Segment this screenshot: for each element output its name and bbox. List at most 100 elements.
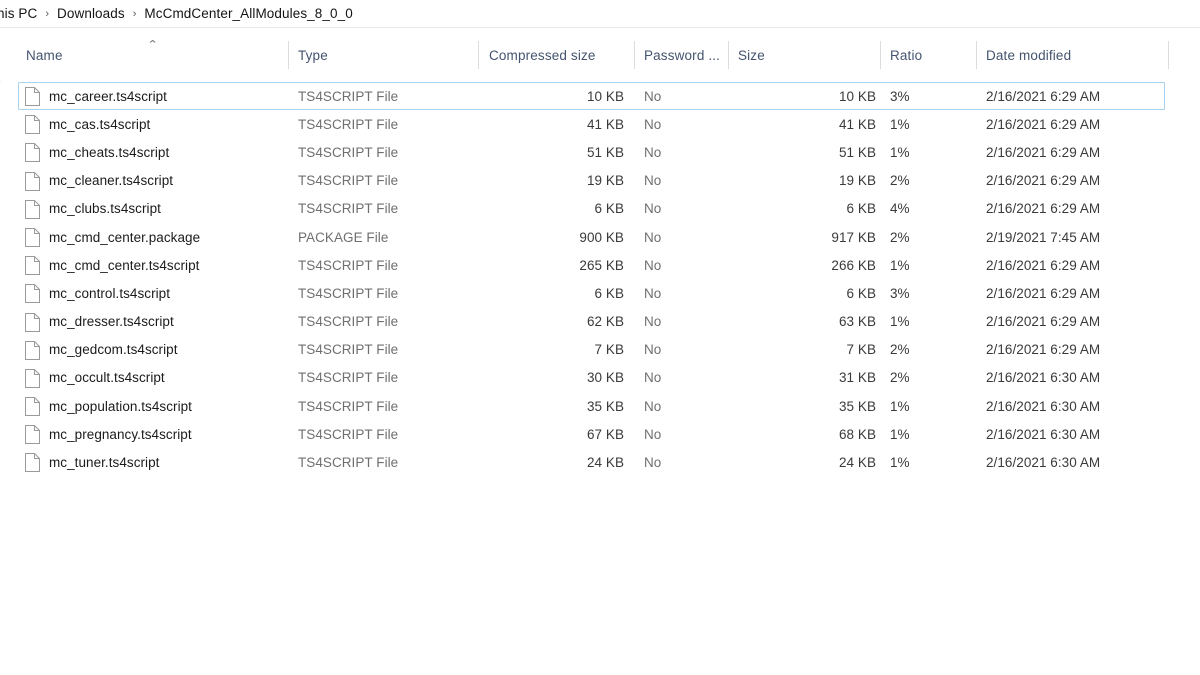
column-resize-handle[interactable] [880,41,881,69]
cell-date-modified: 2/16/2021 6:29 AM [986,195,1166,223]
cell-compressed-size: 19 KB [489,167,624,195]
column-header-password[interactable]: Password ... [644,29,724,81]
cell-compressed-size: 51 KB [489,138,624,166]
cell-size: 41 KB [738,110,876,138]
breadcrumb-item-current-folder[interactable]: McCmdCenter_AllModules_8_0_0 [143,0,353,28]
column-header-ratio[interactable]: Ratio [890,29,970,81]
breadcrumb-item-downloads[interactable]: Downloads [56,0,126,28]
cell-password: No [644,308,724,336]
table-row[interactable]: mc_cleaner.ts4scriptTS4SCRIPT File19 KBN… [0,167,1200,195]
cell-password: No [644,279,724,307]
table-row[interactable]: mc_pregnancy.ts4scriptTS4SCRIPT File67 K… [0,420,1200,448]
cell-ratio: 1% [890,138,970,166]
column-header-type[interactable]: Type [298,29,470,81]
cell-compressed-size: 10 KB [489,82,624,110]
cell-type: TS4SCRIPT File [298,138,473,166]
cell-name[interactable]: mc_gedcom.ts4script [49,336,285,364]
document-icon [25,228,40,247]
cell-ratio: 1% [890,448,970,476]
table-row[interactable]: mc_dresser.ts4scriptTS4SCRIPT File62 KBN… [0,308,1200,336]
cell-compressed-size: 30 KB [489,364,624,392]
cell-password: No [644,420,724,448]
column-resize-handle[interactable] [634,41,635,69]
table-row[interactable]: mc_gedcom.ts4scriptTS4SCRIPT File7 KBNo7… [0,336,1200,364]
cell-size: 31 KB [738,364,876,392]
cell-name[interactable]: mc_occult.ts4script [49,364,285,392]
cell-name[interactable]: mc_cheats.ts4script [49,138,285,166]
column-header-date-modified[interactable]: Date modified [986,29,1161,81]
cell-name[interactable]: mc_cmd_center.package [49,223,285,251]
cell-password: No [644,364,724,392]
cell-ratio: 2% [890,336,970,364]
document-icon [25,425,40,444]
cell-name[interactable]: mc_career.ts4script [49,82,285,110]
table-row[interactable]: mc_clubs.ts4scriptTS4SCRIPT File6 KBNo6 … [0,195,1200,223]
cell-date-modified: 2/16/2021 6:29 AM [986,110,1166,138]
column-resize-handle[interactable] [1168,41,1169,69]
cell-type: TS4SCRIPT File [298,448,473,476]
cell-ratio: 4% [890,195,970,223]
breadcrumb-separator-icon: › [45,0,49,28]
document-icon [25,284,40,303]
document-icon [25,115,40,134]
cell-name[interactable]: mc_control.ts4script [49,279,285,307]
cell-date-modified: 2/16/2021 6:29 AM [986,308,1166,336]
cell-size: 24 KB [738,448,876,476]
cell-name[interactable]: mc_population.ts4script [49,392,285,420]
cell-name[interactable]: mc_cmd_center.ts4script [49,251,285,279]
cell-name[interactable]: mc_cleaner.ts4script [49,167,285,195]
document-icon [25,313,40,332]
document-icon [25,341,40,360]
cell-date-modified: 2/16/2021 6:29 AM [986,82,1166,110]
breadcrumb-item-this-pc[interactable]: his PC [0,0,38,28]
cell-date-modified: 2/16/2021 6:29 AM [986,138,1166,166]
cell-size: 35 KB [738,392,876,420]
table-row[interactable]: mc_cas.ts4scriptTS4SCRIPT File41 KBNo41 … [0,110,1200,138]
cell-size: 7 KB [738,336,876,364]
cell-password: No [644,82,724,110]
column-header-name[interactable]: Name [26,29,286,81]
file-list[interactable]: mc_career.ts4script TS4SCRIPT File 10 KB No… [0,82,1200,675]
cell-name[interactable]: mc_pregnancy.ts4script [49,420,285,448]
table-row[interactable]: mc_career.ts4scriptTS4SCRIPT File10 KBNo… [0,82,1200,110]
column-resize-handle[interactable] [728,41,729,69]
cell-size: 917 KB [738,223,876,251]
column-resize-handle[interactable] [976,41,977,69]
document-icon [25,87,40,106]
document-icon [25,369,40,388]
cell-type: TS4SCRIPT File [298,195,473,223]
table-row[interactable]: mc_cheats.ts4scriptTS4SCRIPT File51 KBNo… [0,138,1200,166]
cell-name[interactable]: mc_clubs.ts4script [49,195,285,223]
cell-compressed-size: 41 KB [489,110,624,138]
cell-size: 6 KB [738,279,876,307]
table-row[interactable]: mc_cmd_center.ts4scriptTS4SCRIPT File265… [0,251,1200,279]
cell-ratio: 2% [890,167,970,195]
breadcrumb-separator-icon: › [133,0,137,28]
cell-size: 266 KB [738,251,876,279]
breadcrumb[interactable]: his PC › Downloads › McCmdCenter_AllModu… [0,0,1200,28]
cell-ratio: 3% [890,279,970,307]
column-resize-handle[interactable] [478,41,479,69]
table-row[interactable]: mc_occult.ts4scriptTS4SCRIPT File30 KBNo… [0,364,1200,392]
cell-compressed-size: 62 KB [489,308,624,336]
header-separator [0,80,1200,81]
column-resize-handle[interactable] [288,41,289,69]
cell-type: TS4SCRIPT File [298,110,473,138]
cell-password: No [644,167,724,195]
cell-name[interactable]: mc_tuner.ts4script [49,448,285,476]
cell-password: No [644,251,724,279]
cell-size: 19 KB [738,167,876,195]
table-row[interactable]: mc_control.ts4scriptTS4SCRIPT File6 KBNo… [0,279,1200,307]
cell-name[interactable]: mc_cas.ts4script [49,110,285,138]
sort-ascending-icon: ⌃ [147,40,159,51]
cell-ratio: 1% [890,251,970,279]
cell-ratio: 1% [890,420,970,448]
table-row[interactable]: mc_population.ts4scriptTS4SCRIPT File35 … [0,392,1200,420]
cell-password: No [644,448,724,476]
cell-name[interactable]: mc_dresser.ts4script [49,308,285,336]
table-row[interactable]: mc_cmd_center.packagePACKAGE File900 KBN… [0,223,1200,251]
column-header-compressed-size[interactable]: Compressed size [489,29,627,81]
table-row[interactable]: mc_tuner.ts4scriptTS4SCRIPT File24 KBNo2… [0,448,1200,476]
column-header-size[interactable]: Size [738,29,874,81]
cell-password: No [644,223,724,251]
